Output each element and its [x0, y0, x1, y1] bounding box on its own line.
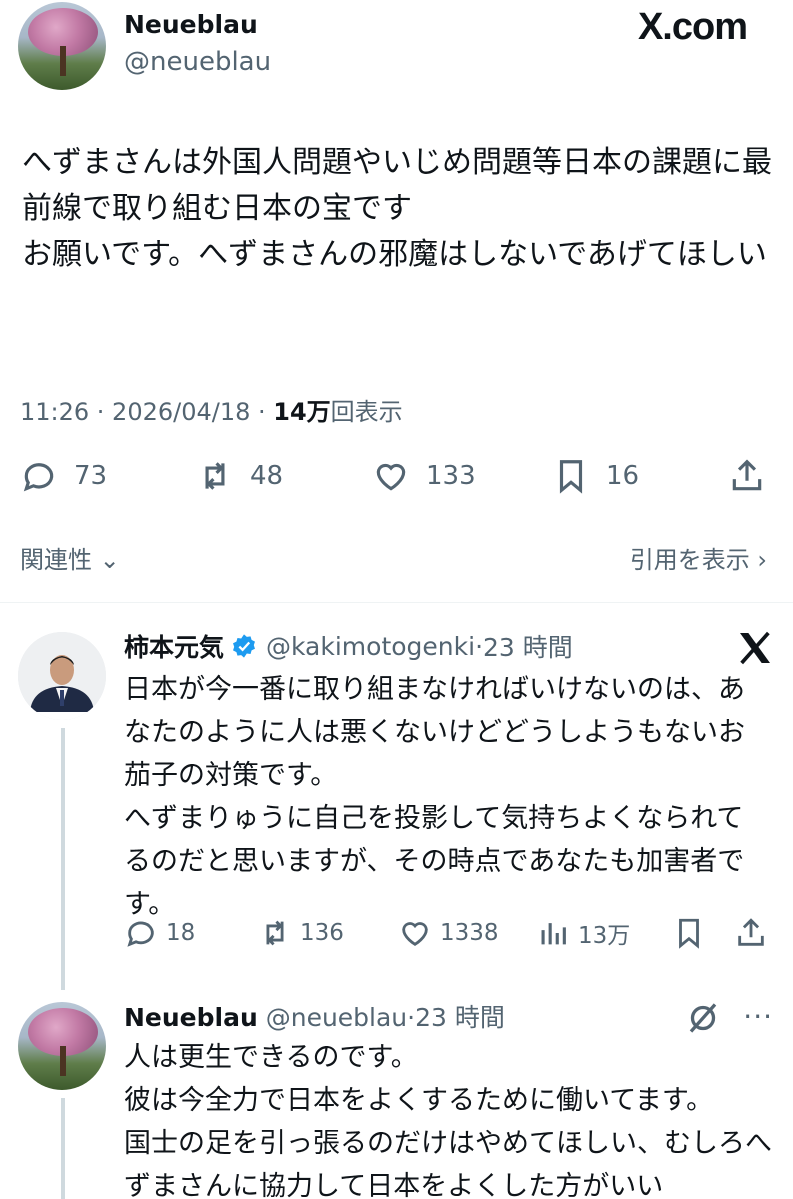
- share-icon: [732, 459, 762, 491]
- reply2-author-name[interactable]: Neueblau: [124, 1003, 258, 1032]
- reply-icon: [127, 921, 154, 947]
- like-icon: [402, 922, 428, 946]
- reply2-time[interactable]: 23 時間: [415, 1003, 505, 1032]
- main-author-name[interactable]: Neueblau: [124, 10, 258, 39]
- bookmark-icon: [679, 918, 699, 949]
- main-post-text: へずまさんは外国人問題やいじめ問題等日本の課題に最前線で取り組む日本の宝です お…: [22, 145, 772, 272]
- reply2-author-handle[interactable]: @neueblau: [266, 1003, 407, 1032]
- person-avatar-image: [18, 632, 106, 720]
- reply1-author-name[interactable]: 柿本元気: [124, 628, 224, 664]
- reply1-text: 日本が今一番に取り組まなければいけないのは、あなたのように人は悪くないけどどうし…: [124, 674, 745, 920]
- main-author-handle[interactable]: @neueblau: [124, 47, 271, 77]
- reply1-repost-count: 136: [300, 920, 344, 946]
- related-label: 関連性: [20, 546, 92, 574]
- reply1-header: 柿本元気 @kakimotogenki · 23 時間: [124, 628, 573, 664]
- reply1-author-avatar[interactable]: [18, 632, 106, 720]
- reply1-time[interactable]: 23 時間: [483, 628, 573, 664]
- reply1-reply-count: 18: [166, 920, 196, 946]
- separator-dot: ·: [475, 631, 484, 661]
- repost-button[interactable]: 48: [196, 455, 283, 497]
- verified-badge-icon: [233, 634, 255, 658]
- views-label: 回表示: [330, 398, 403, 426]
- reply1-bookmark-button[interactable]: [672, 914, 706, 952]
- bookmark-button[interactable]: 16: [552, 455, 639, 497]
- reply1-reply-button[interactable]: 18: [124, 914, 195, 952]
- x-logo-icon[interactable]: [735, 628, 775, 668]
- share-icon: [738, 918, 764, 946]
- like-button[interactable]: 133: [372, 455, 476, 497]
- reply2-header: Neueblau @neueblau·23 時間: [124, 998, 505, 1034]
- reply-button[interactable]: 73: [20, 455, 107, 497]
- grok-icon[interactable]: [685, 1000, 721, 1036]
- divider: [0, 602, 793, 603]
- reply2-author-avatar[interactable]: [18, 1002, 106, 1090]
- reply1-views-count: 13万: [578, 923, 631, 949]
- thread-line: [61, 728, 65, 990]
- repost-count: 48: [250, 461, 284, 491]
- more-icon[interactable]: ···: [743, 1000, 773, 1033]
- reply1-author-handle[interactable]: @kakimotogenki: [266, 632, 475, 661]
- reply1-like-count: 1338: [440, 920, 499, 946]
- views-count: 14万: [273, 398, 331, 426]
- repost-icon: [266, 920, 284, 946]
- reply-icon: [23, 463, 54, 492]
- bookmark-icon: [559, 460, 583, 494]
- reply1-share-button[interactable]: [734, 914, 768, 952]
- repost-icon: [205, 462, 225, 490]
- quotes-label: 引用を表示: [629, 546, 750, 574]
- views-icon: [541, 923, 566, 945]
- post-meta: 11:26 · 2026/04/18 · 14万回表示: [20, 392, 403, 427]
- post-timestamp[interactable]: 11:26 · 2026/04/18 ·: [20, 398, 273, 426]
- chevron-down-icon: ⌄: [99, 546, 120, 574]
- chevron-right-icon: ›: [757, 546, 767, 574]
- reply-count: 73: [74, 461, 108, 491]
- reply1-views-button[interactable]: 13万: [536, 914, 630, 952]
- related-sort-selector[interactable]: 関連性 ⌄: [20, 540, 120, 575]
- reply2-text: 人は更生できるのです。 彼は今全力で日本をよくするために働いてます。 国士の足を…: [124, 1042, 772, 1199]
- main-author-avatar[interactable]: [18, 2, 106, 90]
- like-icon: [376, 463, 406, 491]
- reply1-repost-button[interactable]: 136: [258, 914, 344, 952]
- site-logo: X.com: [637, 6, 748, 48]
- share-button[interactable]: [728, 455, 766, 497]
- reply1-like-button[interactable]: 1338: [398, 914, 499, 952]
- thread-line: [61, 1098, 65, 1199]
- view-quotes-link[interactable]: 引用を表示 ›: [630, 540, 767, 575]
- bookmark-count: 16: [606, 461, 640, 491]
- separator-dot: ·: [407, 1003, 416, 1032]
- like-count: 133: [426, 461, 476, 491]
